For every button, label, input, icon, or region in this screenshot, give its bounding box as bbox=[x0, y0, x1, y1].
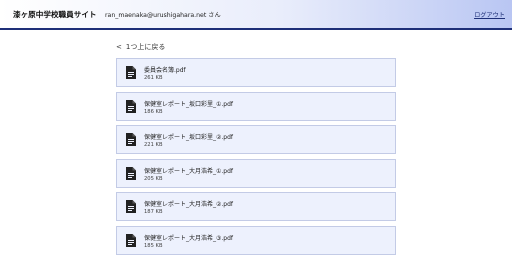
file-name: 保健室レポート_大月浩希_③.pdf bbox=[144, 234, 234, 242]
file-name: 保健室レポート_坂口彩里_①.pdf bbox=[144, 100, 234, 108]
file-item[interactable]: 保健室レポート_大月浩希_③.pdf 185 KB bbox=[116, 225, 396, 255]
file-item[interactable]: 保健室レポート_大月浩希_①.pdf 205 KB bbox=[116, 158, 396, 188]
file-name: 保健室レポート_坂口彩里_②.pdf bbox=[144, 134, 234, 141]
file-item[interactable]: 保健室レポート_坂口彩里_①.pdf 186 KB bbox=[116, 91, 396, 121]
file-size: 261 KB bbox=[144, 75, 163, 81]
document-icon bbox=[126, 99, 136, 113]
file-name: 保健室レポート_大月浩希_①.pdf bbox=[144, 167, 234, 175]
file-size: 185 KB bbox=[144, 242, 163, 249]
document-icon bbox=[126, 200, 136, 213]
file-size: 187 KB bbox=[144, 209, 163, 215]
document-icon bbox=[126, 133, 136, 146]
file-size: 186 KB bbox=[144, 108, 163, 115]
document-icon bbox=[126, 66, 136, 79]
file-size: 221 KB bbox=[144, 142, 163, 148]
chevron-left-icon: < bbox=[116, 43, 122, 51]
file-item[interactable]: 委員会名簿.pdf 261 KB bbox=[116, 58, 396, 87]
file-item[interactable]: 保健室レポート_坂口彩里_②.pdf 221 KB bbox=[116, 125, 396, 154]
file-item[interactable]: 保健室レポート_大月浩希_②.pdf 187 KB bbox=[116, 192, 396, 221]
file-name: 保健室レポート_大月浩希_②.pdf bbox=[144, 201, 234, 208]
file-name: 委員会名簿.pdf bbox=[144, 67, 186, 74]
site-header: 漆ヶ原中学校職員サイト ran_maenaka@urushigahara.net… bbox=[0, 0, 512, 30]
back-link-label: 1つ上に戻る bbox=[125, 43, 166, 51]
back-link[interactable]: <1つ上に戻る bbox=[116, 42, 165, 52]
document-icon bbox=[126, 233, 136, 247]
file-size: 205 KB bbox=[144, 175, 163, 182]
logout-link[interactable]: ログアウト bbox=[474, 10, 505, 19]
user-greeting: ran_maenaka@urushigahara.net さん bbox=[105, 12, 221, 19]
site-title: 漆ヶ原中学校職員サイト bbox=[13, 10, 97, 19]
file-list: 委員会名簿.pdf 261 KB 保健室レポート_坂口彩里_①.pdf 186 … bbox=[116, 58, 396, 259]
document-icon bbox=[126, 166, 136, 180]
